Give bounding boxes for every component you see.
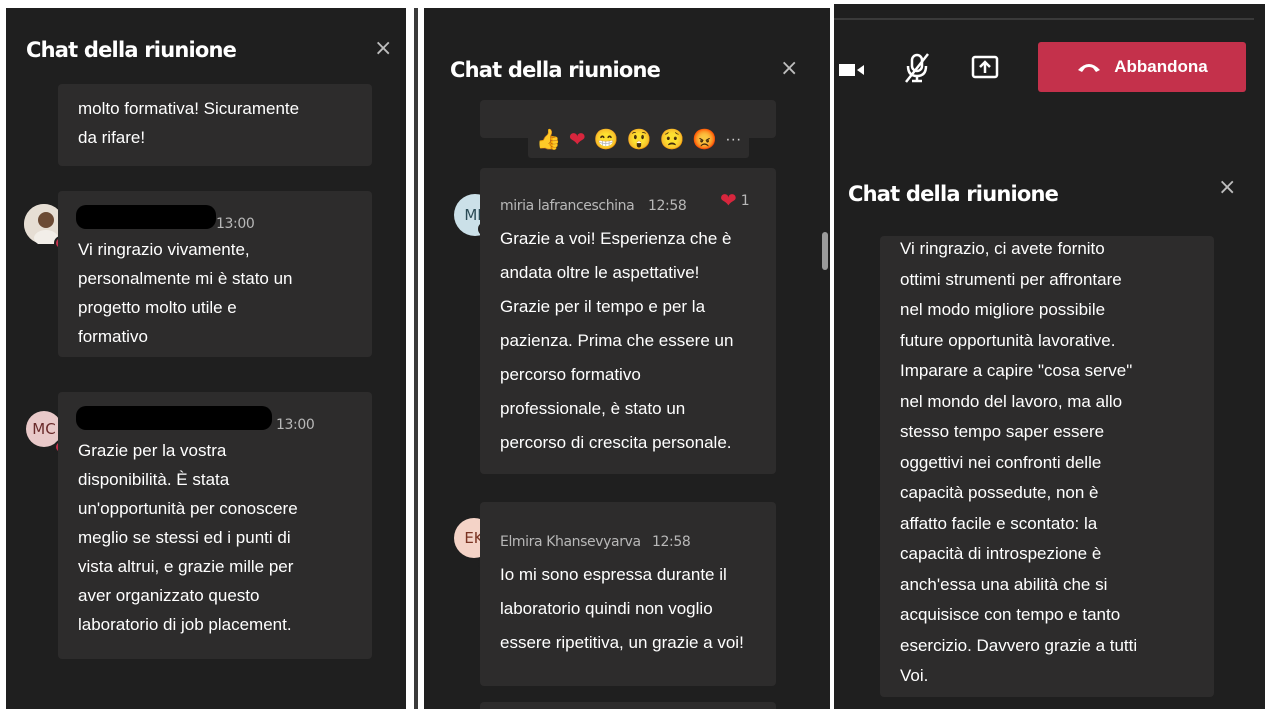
heart-icon: ❤	[720, 190, 737, 212]
message-text: Vi ringrazio vivamente, personalmente mi…	[78, 240, 293, 346]
share-screen-button[interactable]	[968, 50, 1002, 86]
message-sender: miria lafranceschina	[500, 198, 635, 214]
message-text: Vi ringrazio, ci avete fornito ottimi st…	[900, 239, 1138, 685]
message-bubble: 13:00 Grazie per la vostra disponibilità…	[58, 392, 372, 659]
camera-icon	[839, 64, 864, 76]
message-bubble: 13:00 Vi ringrazio vivamente, personalme…	[58, 191, 372, 357]
toolbar-line	[834, 18, 1254, 20]
chat-title: Chat della riunione	[26, 38, 237, 62]
message-time: 12:58	[648, 198, 687, 214]
sad-reaction-icon[interactable]: 😟	[659, 130, 684, 150]
message-bubble	[480, 702, 776, 709]
message-text: Grazie a voi! Esperienza che è andata ol…	[500, 229, 734, 452]
laugh-reaction-icon[interactable]: 😁	[594, 130, 619, 150]
redacted-sender	[76, 406, 272, 430]
more-options-icon[interactable]: ···	[725, 131, 741, 149]
leave-label: Abbandona	[1114, 57, 1208, 76]
chat-panel-middle: Chat della riunione × 👍 ❤ 😁 😲 😟 😡 ··· ML…	[424, 8, 830, 709]
chat-panel-right: Abbandona Chat della riunione × Vi ringr…	[834, 4, 1265, 709]
message-time: 12:58	[652, 534, 691, 550]
heart-reaction-icon[interactable]: ❤	[569, 130, 586, 150]
hang-up-icon	[1078, 64, 1101, 72]
camera-toggle-button[interactable]	[834, 54, 870, 86]
message-bubble: miria lafranceschina 12:58 ❤ 1 Grazie a …	[480, 168, 776, 474]
mute-toggle-button[interactable]	[900, 50, 934, 86]
leave-call-button[interactable]: Abbandona	[1038, 42, 1246, 92]
panel-divider	[414, 8, 418, 709]
reaction-count: 1	[740, 193, 750, 209]
message-bubble: Elmira Khansevyarva 12:58 Io mi sono esp…	[480, 502, 776, 686]
reaction-bar: 👍 ❤ 😁 😲 😟 😡 ···	[528, 122, 750, 158]
message-text: Grazie per la vostra disponibilità. È st…	[78, 441, 298, 634]
scrollbar-thumb[interactable]	[822, 232, 828, 270]
message-text: molto formativa! Sicuramente da rifare!	[78, 99, 300, 147]
chat-panel-left: Chat della riunione × molto formativa! S…	[6, 8, 406, 709]
chat-title: Chat della riunione	[848, 182, 1059, 206]
close-icon[interactable]: ×	[1218, 177, 1236, 199]
microphone-off-icon	[905, 53, 929, 83]
chat-title: Chat della riunione	[450, 58, 661, 82]
surprised-reaction-icon[interactable]: 😲	[627, 130, 652, 150]
call-toolbar: Abbandona	[834, 4, 1265, 114]
angry-reaction-icon[interactable]: 😡	[692, 130, 717, 150]
message-bubble: molto formativa! Sicuramente da rifare!	[58, 84, 372, 166]
message-bubble: Vi ringrazio, ci avete fornito ottimi st…	[880, 236, 1214, 697]
close-icon[interactable]: ×	[780, 58, 798, 80]
message-text: Io mi sono espressa durante il laborator…	[500, 565, 744, 652]
share-screen-icon	[971, 55, 999, 79]
avatar-initials: MC	[32, 420, 56, 438]
message-sender: Elmira Khansevyarva	[500, 534, 641, 550]
like-reaction-icon[interactable]: 👍	[536, 130, 561, 150]
close-icon[interactable]: ×	[374, 38, 392, 60]
reaction-summary[interactable]: ❤ 1	[720, 187, 750, 216]
redacted-sender	[76, 205, 216, 229]
